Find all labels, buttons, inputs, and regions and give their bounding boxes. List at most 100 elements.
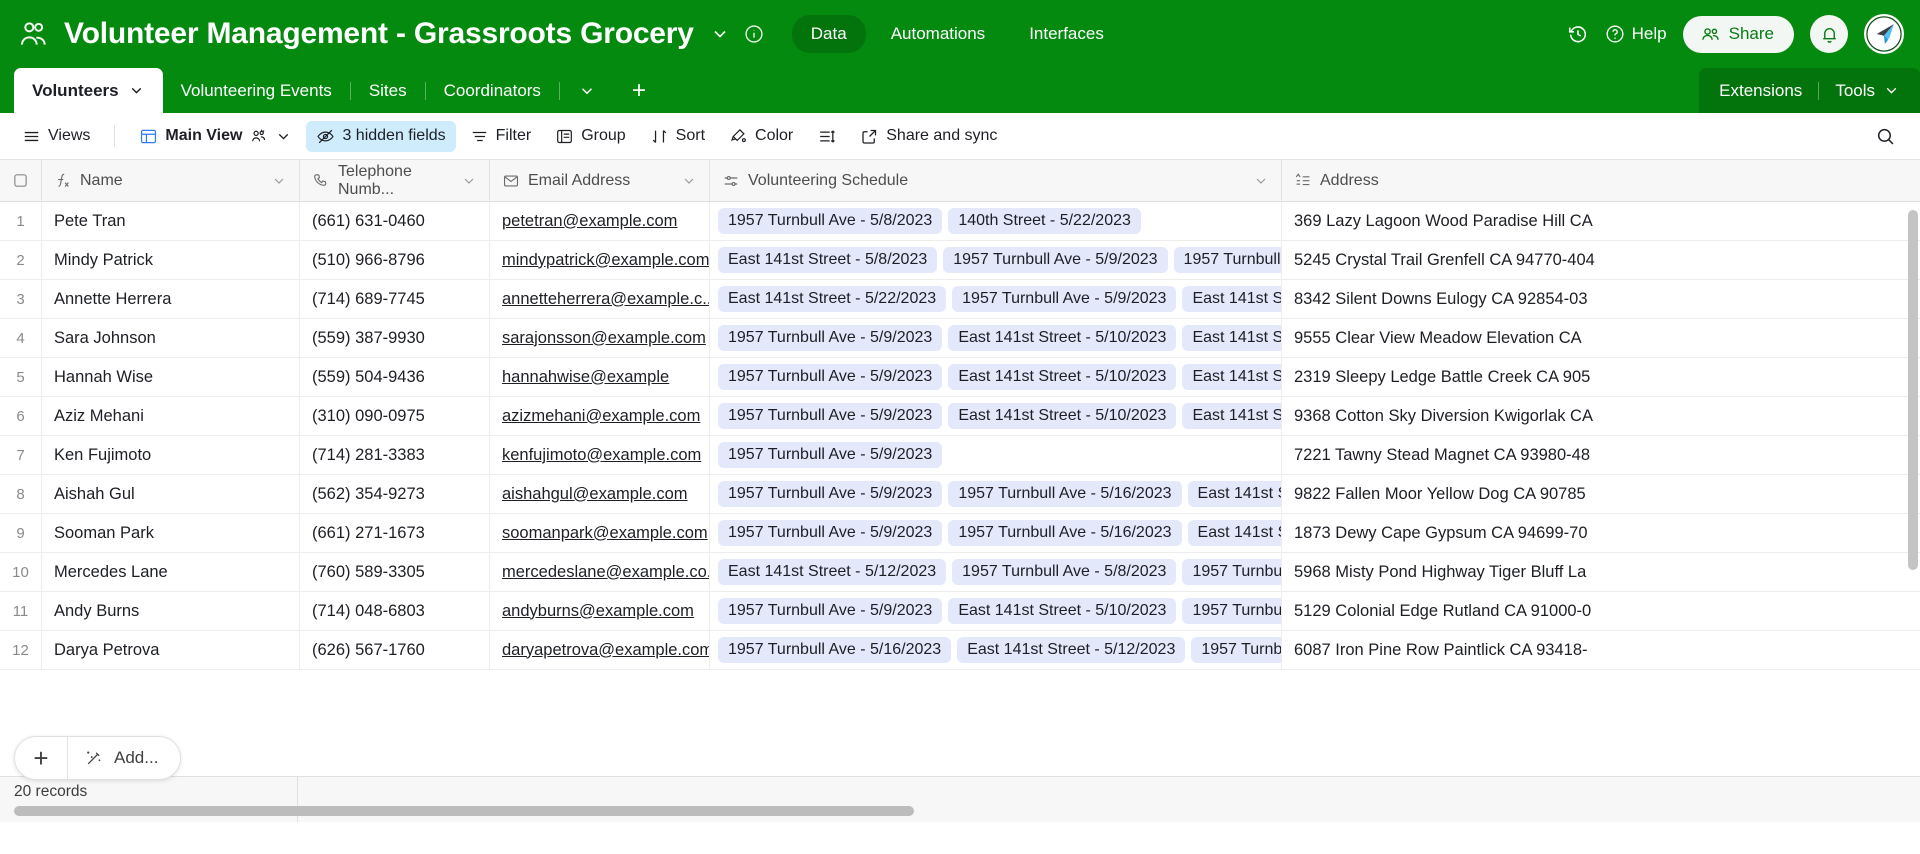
table-row[interactable]: 6 Aziz Mehani (310) 090-0975 azizmehani@… (0, 397, 1920, 436)
share-and-sync-button[interactable]: Share and sync (850, 121, 1007, 152)
schedule-chip[interactable]: 1957 Turnbull Ave - 5/16/2023 (718, 637, 952, 663)
schedule-chip[interactable]: 1957 Turnbull Ave - 5/16/2023 (948, 520, 1182, 546)
schedule-chip[interactable]: 1957 Turnbull Ave - 5/9/2023 (718, 403, 943, 429)
schedule-chip[interactable]: East 141st Street - 5/8/2023 (718, 247, 938, 273)
cell-schedule[interactable]: 1957 Turnbull Ave - 5/16/2023 East 141st… (710, 631, 1282, 669)
cell-schedule[interactable]: East 141st Street - 5/8/2023 1957 Turnbu… (710, 241, 1282, 279)
schedule-chip[interactable]: 1957 Turnbull Ave (1182, 598, 1281, 624)
cell-phone[interactable]: (626) 567-1760 (300, 631, 490, 669)
table-row[interactable]: 7 Ken Fujimoto (714) 281-3383 kenfujimot… (0, 436, 1920, 475)
vertical-scrollbar[interactable] (1908, 210, 1918, 570)
chevron-down-icon[interactable] (681, 173, 697, 189)
schedule-chip[interactable]: 1957 Turnbull Ave (1182, 559, 1281, 585)
cell-phone[interactable]: (559) 387-9930 (300, 319, 490, 357)
main-view-button[interactable]: Main View (129, 121, 302, 152)
column-header-email[interactable]: Email Address (490, 160, 710, 201)
row-number[interactable]: 9 (0, 514, 42, 552)
row-number[interactable]: 5 (0, 358, 42, 396)
horizontal-scrollbar[interactable] (14, 806, 914, 816)
chevron-down-icon[interactable] (275, 128, 292, 145)
cell-address[interactable]: 5245 Crystal Trail Grenfell CA 94770-404 (1282, 241, 1920, 279)
cell-phone[interactable]: (760) 589-3305 (300, 553, 490, 591)
table-row[interactable]: 10 Mercedes Lane (760) 589-3305 mercedes… (0, 553, 1920, 592)
tab-coordinators[interactable]: Coordinators (426, 68, 559, 113)
email-link[interactable]: andyburns@example.com (502, 602, 694, 621)
cell-email[interactable]: aishahgul@example.com (490, 475, 710, 513)
email-link[interactable]: kenfujimoto@example.com (502, 446, 701, 465)
schedule-chip[interactable]: 1957 Turnbull Ave - 5/9/2023 (952, 286, 1177, 312)
schedule-chip[interactable]: 140th Street - 5/22/2023 (948, 208, 1141, 234)
cell-address[interactable]: 9555 Clear View Meadow Elevation CA (1282, 319, 1920, 357)
cell-name[interactable]: Aziz Mehani (42, 397, 300, 435)
cell-email[interactable]: hannahwise@example (490, 358, 710, 396)
chevron-down-icon[interactable] (128, 82, 145, 99)
cell-name[interactable]: Hannah Wise (42, 358, 300, 396)
email-link[interactable]: daryapetrova@example.com (502, 641, 709, 660)
cell-phone[interactable]: (714) 689-7745 (300, 280, 490, 318)
email-link[interactable]: sarajonsson@example.com (502, 329, 706, 348)
cell-phone[interactable]: (559) 504-9436 (300, 358, 490, 396)
cell-address[interactable]: 7221 Tawny Stead Magnet CA 93980-48 (1282, 436, 1920, 474)
filter-button[interactable]: Filter (460, 121, 542, 152)
chevron-down-icon[interactable] (271, 173, 287, 189)
chevron-down-icon[interactable] (461, 173, 477, 189)
table-row[interactable]: 8 Aishah Gul (562) 354-9273 aishahgul@ex… (0, 475, 1920, 514)
cell-phone[interactable]: (661) 271-1673 (300, 514, 490, 552)
cell-email[interactable]: mercedeslane@example.co... (490, 553, 710, 591)
schedule-chip[interactable]: 1957 Turnbull Ave - 5/9/2023 (943, 247, 1168, 273)
cell-name[interactable]: Darya Petrova (42, 631, 300, 669)
cell-email[interactable]: kenfujimoto@example.com (490, 436, 710, 474)
color-button[interactable]: Color (719, 121, 803, 152)
table-row[interactable]: 9 Sooman Park (661) 271-1673 soomanpark@… (0, 514, 1920, 553)
schedule-chip[interactable]: 1957 Turnbull Ave - 5/9/2023 (718, 325, 943, 351)
cell-name[interactable]: Mercedes Lane (42, 553, 300, 591)
table-row[interactable]: 11 Andy Burns (714) 048-6803 andyburns@e… (0, 592, 1920, 631)
schedule-chip[interactable]: East 141st Street - (1182, 364, 1281, 390)
table-row[interactable]: 5 Hannah Wise (559) 504-9436 hannahwise@… (0, 358, 1920, 397)
nav-item-data[interactable]: Data (791, 15, 866, 53)
row-number[interactable]: 12 (0, 631, 42, 669)
schedule-chip[interactable]: East 141st Street - 5/12/2023 (718, 559, 947, 585)
cell-address[interactable]: 2319 Sleepy Ledge Battle Creek CA 905 (1282, 358, 1920, 396)
email-link[interactable]: hannahwise@example (502, 368, 669, 387)
cell-schedule[interactable]: 1957 Turnbull Ave - 5/9/2023 (710, 436, 1282, 474)
schedule-chip[interactable]: 1957 Turnbull Ave - 5/9/2023 (718, 442, 943, 468)
row-number[interactable]: 4 (0, 319, 42, 357)
cell-schedule[interactable]: 1957 Turnbull Ave - 5/9/2023 East 141st … (710, 319, 1282, 357)
cell-email[interactable]: sarajonsson@example.com (490, 319, 710, 357)
schedule-chip[interactable]: 1957 Turnbull Ave - 5/9/2023 (718, 520, 943, 546)
help-button[interactable]: Help (1605, 24, 1667, 44)
schedule-chip[interactable]: 1957 Turnbull Ave - 5/8/2023 (718, 208, 943, 234)
cell-phone[interactable]: (510) 966-8796 (300, 241, 490, 279)
email-link[interactable]: soomanpark@example.com (502, 524, 708, 543)
schedule-chip[interactable]: East 141st Street - (1182, 286, 1281, 312)
cell-address[interactable]: 1873 Dewy Cape Gypsum CA 94699-70 (1282, 514, 1920, 552)
tab-volunteering-events[interactable]: Volunteering Events (163, 68, 350, 113)
schedule-chip[interactable]: 1957 Turnbull Ave - 5/16/2023 (948, 481, 1182, 507)
cell-phone[interactable]: (310) 090-0975 (300, 397, 490, 435)
add-record-button[interactable]: + Add... (14, 736, 182, 780)
row-number[interactable]: 6 (0, 397, 42, 435)
add-record-plus[interactable]: + (15, 743, 67, 774)
cell-email[interactable]: andyburns@example.com (490, 592, 710, 630)
add-table-button[interactable]: + (614, 68, 664, 113)
tabs-overflow-button[interactable] (560, 68, 614, 113)
select-all-checkbox[interactable] (0, 160, 42, 201)
cell-address[interactable]: 9822 Fallen Moor Yellow Dog CA 90785 (1282, 475, 1920, 513)
email-link[interactable]: petetran@example.com (502, 212, 677, 231)
user-avatar[interactable] (1864, 14, 1904, 54)
email-link[interactable]: aishahgul@example.com (502, 485, 688, 504)
cell-schedule[interactable]: 1957 Turnbull Ave - 5/9/2023 East 141st … (710, 397, 1282, 435)
cell-name[interactable]: Pete Tran (42, 202, 300, 240)
schedule-chip[interactable]: East 141st Street - 5/10/2023 (948, 598, 1177, 624)
cell-email[interactable]: soomanpark@example.com (490, 514, 710, 552)
search-button[interactable] (1865, 120, 1906, 153)
row-number[interactable]: 1 (0, 202, 42, 240)
schedule-chip[interactable]: 1957 Turnbull Ave (1173, 247, 1281, 273)
column-header-volunteering-schedule[interactable]: Volunteering Schedule (710, 160, 1282, 201)
cell-schedule[interactable]: 1957 Turnbull Ave - 5/9/2023 East 141st … (710, 358, 1282, 396)
schedule-chip[interactable]: 1957 Turnbull Ave - 5/8/2023 (952, 559, 1177, 585)
cell-address[interactable]: 5968 Misty Pond Highway Tiger Bluff La (1282, 553, 1920, 591)
cell-address[interactable]: 5129 Colonial Edge Rutland CA 91000-0 (1282, 592, 1920, 630)
schedule-chip[interactable]: East 141st Street - 5/10/2023 (948, 325, 1177, 351)
